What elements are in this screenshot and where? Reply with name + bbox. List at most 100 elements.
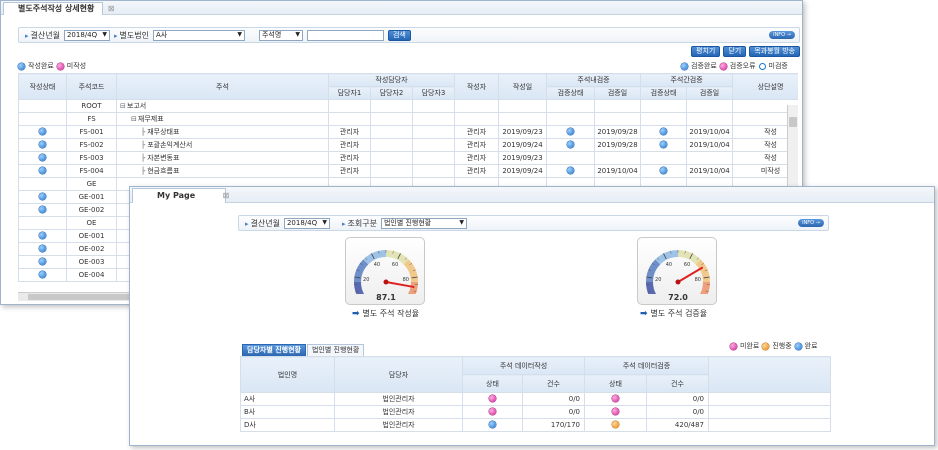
col-verify-count[interactable]: 건수 (646, 374, 709, 393)
note-cell[interactable]: 보고서 (116, 99, 329, 113)
view-select[interactable]: 법인별 진행현황 ▼ (380, 217, 467, 229)
gauge-dial: 20406080100 (646, 250, 710, 305)
col-code[interactable]: 주석코드 (66, 73, 117, 100)
code-cell: OE (66, 216, 117, 230)
chevron-down-icon: ▼ (459, 219, 464, 226)
col-status[interactable]: 작성상태 (18, 73, 67, 100)
col-group-verify: 주석 데이터검증 (584, 356, 709, 375)
note-cell[interactable]: 포괄손익계산서 (116, 138, 329, 152)
note-cell[interactable]: 재무상태표 (116, 125, 329, 139)
close-icon[interactable]: ⊠ (222, 189, 229, 203)
info-button[interactable]: INFO → (798, 219, 824, 227)
write-date-cell: 2019/09/23 (498, 151, 548, 165)
cross-status-cell (640, 151, 688, 165)
col-write-count[interactable]: 건수 (522, 374, 585, 393)
code-cell: OE-001 (66, 229, 117, 243)
col-note[interactable]: 주석 (116, 73, 329, 100)
write-count-cell: 170/170 (522, 418, 585, 432)
note-cell[interactable]: 재무제표 (116, 112, 329, 126)
col-assignee[interactable]: 담당자 (334, 356, 463, 393)
period-value: 2018/4Q (66, 31, 98, 39)
close-icon[interactable]: ⊠ (108, 3, 115, 15)
col-entity[interactable]: 법인명 (240, 356, 335, 393)
status-cell (18, 125, 67, 139)
table-row[interactable]: ROOT 보고서 (18, 99, 798, 113)
col-writer[interactable]: 작성자 (454, 73, 500, 100)
caption-text: 별도 주석 검증율 (650, 309, 708, 318)
period-select[interactable]: 2018/4Q ▼ (283, 217, 330, 229)
legend-in-progress: 진행중 (772, 342, 792, 350)
verify-status-cell (584, 392, 647, 406)
col-cross-status[interactable]: 검증상태 (640, 86, 688, 100)
col-verify-status[interactable]: 상태 (584, 374, 647, 393)
assignee3-cell (411, 112, 456, 126)
in-progress-dot-icon (762, 342, 770, 350)
col-write-date[interactable]: 작성일 (498, 73, 548, 100)
table-row[interactable]: FS-003자본변동표관리자관리자2019/09/23작성 (18, 151, 798, 165)
table-row[interactable]: FS-004현금흐름표관리자관리자2019/09/242019/10/04201… (18, 164, 798, 178)
note-cell[interactable]: 자본변동표 (116, 151, 329, 165)
table-row[interactable]: D사 법인관리자 170/170 420/487 (240, 418, 831, 432)
status-dot-icon (39, 193, 46, 200)
verify-count-cell: 0/0 (646, 392, 709, 406)
col-assignee-2[interactable]: 담당자2 (370, 86, 413, 100)
note-cell[interactable]: 현금흐름표 (116, 164, 329, 178)
col-inner-status[interactable]: 검증상태 (546, 86, 596, 100)
verify-count-cell: 420/487 (646, 418, 709, 432)
entity-select[interactable]: A사 ▼ (152, 29, 245, 41)
code-cell: OE-003 (66, 255, 117, 269)
inner-date-cell (594, 99, 642, 113)
code-cell: OE-004 (66, 268, 117, 282)
note-label: 재무상태표 (147, 128, 180, 136)
gauge-tick-label: 20 (655, 277, 661, 283)
col-assignee-1[interactable]: 담당자1 (328, 86, 371, 100)
table-row[interactable]: FS 재무제표 (18, 112, 798, 126)
col-assignee-3[interactable]: 담당자3 (411, 86, 456, 100)
assignee3-cell (411, 151, 456, 165)
close-button[interactable]: 닫기 (723, 46, 747, 57)
code-cell: FS-002 (66, 138, 117, 152)
period-select[interactable]: 2018/4Q ▼ (63, 29, 110, 41)
col-cross-date[interactable]: 검증일 (686, 86, 734, 100)
table-row[interactable]: FS-001재무상태표관리자관리자2019/09/232019/09/28201… (18, 125, 798, 139)
search-button[interactable]: 검색 (387, 29, 411, 41)
cross-status-cell (640, 138, 688, 152)
search-type-select[interactable]: 주석명 ▼ (258, 29, 303, 41)
code-cell: GE (66, 177, 117, 191)
info-button[interactable]: INFO → (769, 31, 795, 39)
chevron-down-icon: ▼ (322, 219, 327, 226)
assignee-cell: 법인관리자 (334, 418, 463, 432)
table-row[interactable]: A사 법인관리자 0/0 0/0 (240, 392, 831, 406)
table-row[interactable]: B사 법인관리자 0/0 0/0 (240, 405, 831, 419)
assignee2-cell (370, 125, 413, 139)
scroll-thumb[interactable] (789, 117, 797, 127)
status-cell (18, 190, 67, 204)
action-button-3[interactable]: 목과봉월 방송 (749, 46, 801, 57)
col-detail[interactable]: 상단설명 (732, 73, 798, 100)
tab-title: My Page (157, 191, 196, 200)
table-row[interactable]: FS-002포괄손익계산서관리자관리자2019/09/242019/09/282… (18, 138, 798, 152)
tab-by-assignee[interactable]: 담당자별 진행현황 (242, 344, 306, 356)
legend-error: 검증오류 (729, 62, 756, 70)
tab-by-entity[interactable]: 법인별 진행현황 (306, 344, 365, 356)
write-status-cell (462, 405, 523, 419)
col-group-write: 주석 데이터작성 (462, 356, 585, 375)
verify-status-cell (584, 418, 647, 432)
progress-grid: 법인명 담당자 주석 데이터작성 주석 데이터검증 상태 건수 상태 건수 A사… (240, 356, 831, 432)
legend-verified: 검증완료 (691, 62, 717, 70)
status-dot-icon (612, 395, 619, 402)
status-cell (18, 229, 67, 243)
tab-note-detail[interactable]: 별도주석작성 상세현황 ⊠ (3, 2, 114, 15)
cross-date-cell: 2019/10/04 (686, 164, 734, 178)
tab-my-page[interactable]: My Page ⊠ (132, 188, 229, 203)
action-button-1[interactable]: 평치기 (691, 46, 721, 57)
col-inner-date[interactable]: 검증일 (594, 86, 642, 100)
progress-legend: 미완료 진행중 완료 (730, 341, 818, 351)
status-dot-icon (39, 232, 46, 239)
filler-cell (708, 418, 831, 432)
search-input[interactable] (306, 29, 384, 41)
verify-legend: 검증완료 검증오류 미검증 (681, 61, 788, 71)
col-write-status[interactable]: 상태 (462, 374, 523, 393)
cross-date-cell (686, 112, 734, 126)
status-cell (18, 255, 67, 269)
